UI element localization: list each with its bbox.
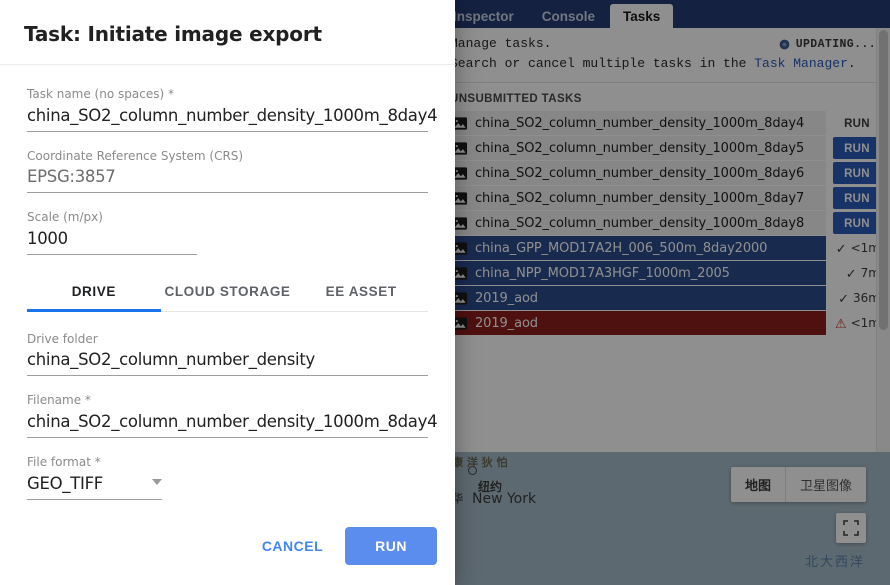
crs-input[interactable]: EPSG:3857 (27, 167, 428, 193)
field-drive-folder-label: Drive folder (27, 332, 428, 348)
field-filename-label: Filename * (27, 393, 428, 409)
field-scale-label: Scale (m/px) (27, 210, 428, 226)
dialog-header: Task: Initiate image export (0, 0, 455, 65)
filename-input[interactable]: china_SO2_column_number_density_1000m_8d… (27, 412, 428, 438)
tab-cloud-storage[interactable]: CLOUD STORAGE (161, 272, 295, 311)
run-button[interactable]: RUN (345, 527, 437, 565)
file-format-select[interactable]: GEO_TIFF (27, 474, 162, 500)
tab-ee-asset[interactable]: EE ASSET (294, 272, 428, 311)
cancel-button[interactable]: CANCEL (246, 528, 339, 564)
dialog-content: Task name (no spaces) * china_SO2_column… (0, 65, 455, 527)
scale-input[interactable]: 1000 (27, 229, 197, 255)
field-file-format: File format * GEO_TIFF (27, 455, 428, 500)
field-scale: Scale (m/px) 1000 (27, 210, 428, 255)
field-filename: Filename * china_SO2_column_number_densi… (27, 393, 428, 438)
file-format-value: GEO_TIFF (27, 474, 103, 493)
field-task-name-label: Task name (no spaces) * (27, 87, 428, 103)
task-name-input[interactable]: china_SO2_column_number_density_1000m_8d… (27, 106, 428, 132)
field-drive-folder: Drive folder china_SO2_column_number_den… (27, 332, 428, 377)
field-crs: Coordinate Reference System (CRS) EPSG:3… (27, 149, 428, 194)
destination-tabs: DRIVE CLOUD STORAGE EE ASSET (27, 272, 428, 312)
field-file-format-label: File format * (27, 455, 428, 471)
field-crs-label: Coordinate Reference System (CRS) (27, 149, 428, 165)
dialog-title: Task: Initiate image export (24, 22, 431, 46)
dialog-actions: CANCEL RUN (0, 527, 455, 585)
field-task-name: Task name (no spaces) * china_SO2_column… (27, 87, 428, 132)
tab-drive[interactable]: DRIVE (27, 272, 161, 311)
drive-folder-input[interactable]: china_SO2_column_number_density (27, 350, 428, 376)
chevron-down-icon (152, 479, 162, 485)
export-task-dialog: Task: Initiate image export Task name (n… (0, 0, 455, 585)
